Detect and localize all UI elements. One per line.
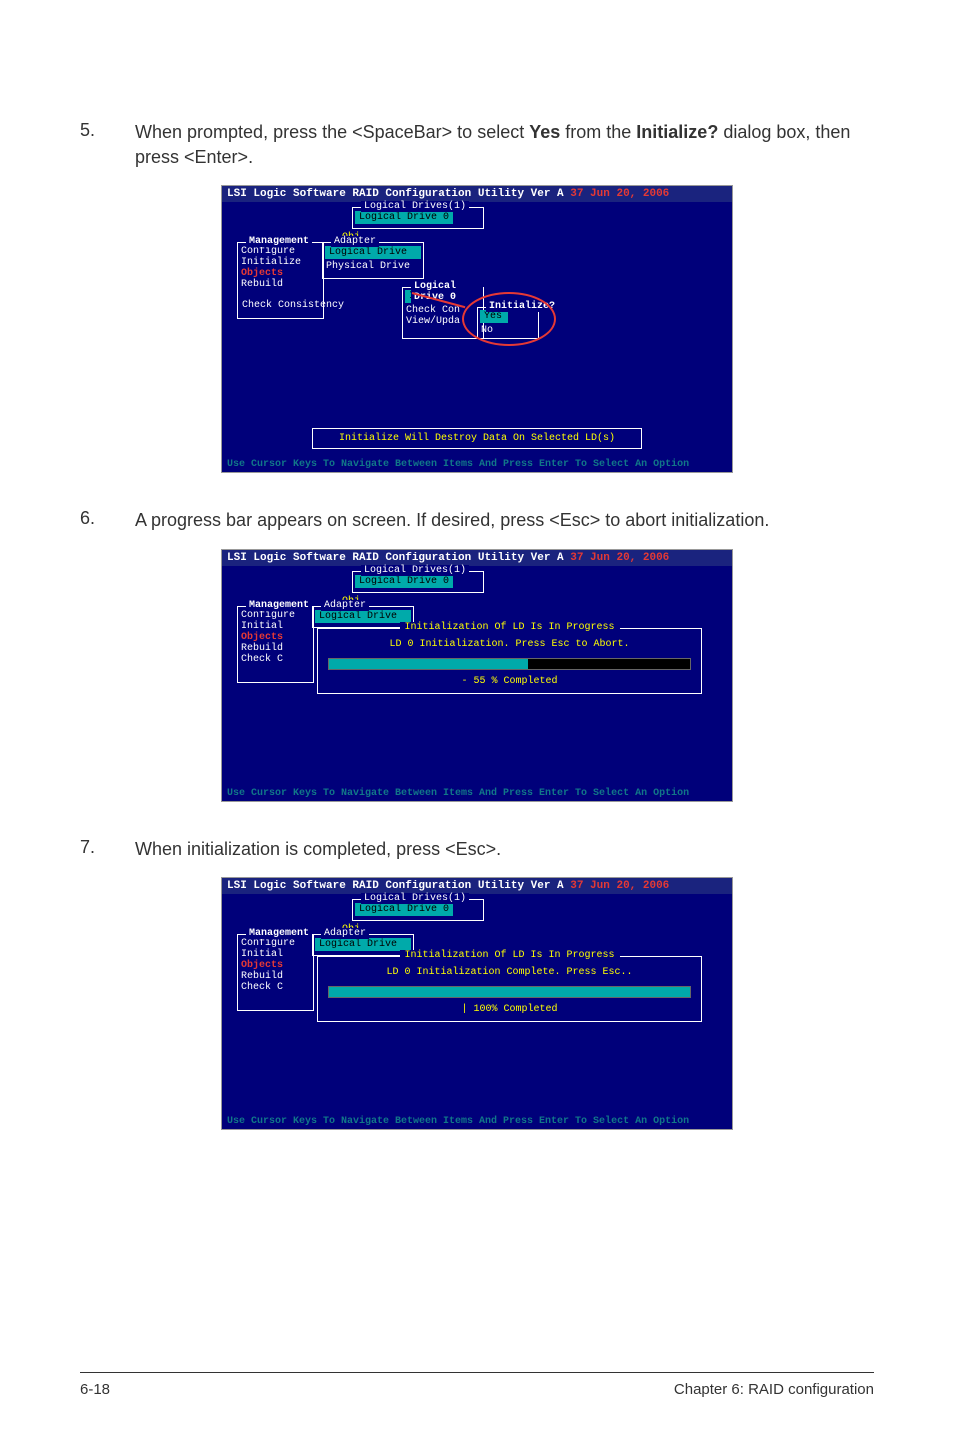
check-c-item-3: Check C bbox=[238, 982, 313, 993]
progress-text-2: - 55 % Completed bbox=[318, 674, 701, 693]
bios-3-footer: Use Cursor Keys To Navigate Between Item… bbox=[222, 1114, 732, 1129]
bios-screenshot-2: LSI Logic Software RAID Configuration Ut… bbox=[221, 549, 733, 802]
objects-item: Objects bbox=[238, 268, 323, 279]
step-7-number: 7. bbox=[80, 837, 135, 862]
bios-1-title-ver: 37 Jun 20, 2006 bbox=[564, 188, 670, 200]
step-5-bold-1: Yes bbox=[529, 122, 560, 142]
step-7-text: When initialization is completed, press … bbox=[135, 837, 874, 862]
bios-2-title-ver: 37 Jun 20, 2006 bbox=[564, 552, 670, 564]
step-5: 5. When prompted, press the <SpaceBar> t… bbox=[80, 120, 874, 170]
management-label-3: Management bbox=[246, 928, 312, 939]
initial-item-3: Initial bbox=[238, 949, 313, 960]
physical-drive-item-1: Physical Drive bbox=[323, 261, 423, 272]
bios-2-title-prefix: LSI Logic Software RAID Configuration Ut… bbox=[227, 552, 564, 564]
bios-3-title-prefix: LSI Logic Software RAID Configuration Ut… bbox=[227, 880, 564, 892]
initial-item-2: Initial bbox=[238, 621, 313, 632]
check-consistency-1: Check Consistency bbox=[242, 300, 344, 311]
logical-drive-0-item-1: Logical Drive 0 bbox=[355, 211, 453, 224]
configure-item-2: Configure bbox=[238, 610, 313, 621]
progress-bar-3 bbox=[328, 986, 691, 998]
rebuild-item-3: Rebuild bbox=[238, 971, 313, 982]
initialize-item: Initialize bbox=[238, 257, 323, 268]
progress-box-2: Initialization Of LD Is In Progress LD 0… bbox=[317, 628, 702, 694]
logical-drives-label-1: Logical Drives(1) bbox=[361, 201, 469, 212]
step-6-text: A progress bar appears on screen. If des… bbox=[135, 508, 874, 533]
management-box-2: Management Configure Initial Objects Reb… bbox=[237, 606, 314, 683]
ld0-submenu-title: Logical Drive 0 bbox=[411, 281, 483, 303]
destroy-message-text: Initialize Will Destroy Data On Selected… bbox=[339, 433, 615, 444]
step-6-number: 6. bbox=[80, 508, 135, 533]
logical-drives-box-3: Logical Drives(1) Logical Drive 0 bbox=[352, 899, 484, 921]
rebuild-item-2: Rebuild bbox=[238, 643, 313, 654]
management-label-2: Management bbox=[246, 600, 312, 611]
logical-drive-item-1: Logical Drive bbox=[325, 246, 421, 259]
footer-page-number: 6-18 bbox=[80, 1381, 110, 1398]
adapter-label-1: Adapter bbox=[331, 236, 379, 247]
logical-drive-item-2: Logical Drive bbox=[315, 610, 411, 623]
configure-item: Configure bbox=[238, 246, 323, 257]
adapter-label-3: Adapter bbox=[321, 928, 369, 939]
step-5-number: 5. bbox=[80, 120, 135, 170]
logical-drive-item-3: Logical Drive bbox=[315, 938, 411, 951]
bios-3-title-ver: 37 Jun 20, 2006 bbox=[564, 880, 670, 892]
progress-text-3: | 100% Completed bbox=[318, 1002, 701, 1021]
progress-title-3: Initialization Of LD Is In Progress bbox=[399, 950, 619, 961]
management-label: Management bbox=[246, 236, 312, 247]
adapter-box-1: Adapter Logical Drive Physical Drive bbox=[322, 242, 424, 279]
bios-screenshot-3: LSI Logic Software RAID Configuration Ut… bbox=[221, 877, 733, 1130]
step-5-text-1: When prompted, press the <SpaceBar> to s… bbox=[135, 122, 529, 142]
bios-screenshot-1: LSI Logic Software RAID Configuration Ut… bbox=[221, 185, 733, 473]
bios-1-title-prefix: LSI Logic Software RAID Configuration Ut… bbox=[227, 188, 564, 200]
step-5-text: When prompted, press the <SpaceBar> to s… bbox=[135, 120, 874, 170]
progress-fill-2 bbox=[329, 659, 528, 669]
footer-chapter-title: Chapter 6: RAID configuration bbox=[674, 1381, 874, 1398]
progress-box-3: Initialization Of LD Is In Progress LD 0… bbox=[317, 956, 702, 1022]
logical-drive-0-item-3: Logical Drive 0 bbox=[355, 903, 453, 916]
check-c-item-2: Check C bbox=[238, 654, 313, 665]
logical-drives-box-2: Logical Drives(1) Logical Drive 0 bbox=[352, 571, 484, 593]
rebuild-item: Rebuild bbox=[238, 279, 323, 290]
adapter-label-2: Adapter bbox=[321, 600, 369, 611]
bios-2-footer: Use Cursor Keys To Navigate Between Item… bbox=[222, 786, 732, 801]
step-7: 7. When initialization is completed, pre… bbox=[80, 837, 874, 862]
progress-fill-3 bbox=[329, 987, 690, 997]
step-5-text-2: from the bbox=[560, 122, 636, 142]
progress-title-2: Initialization Of LD Is In Progress bbox=[399, 622, 619, 633]
logical-drive-0-item-2: Logical Drive 0 bbox=[355, 575, 453, 588]
bios-2-title: LSI Logic Software RAID Configuration Ut… bbox=[222, 550, 732, 566]
configure-item-3: Configure bbox=[238, 938, 313, 949]
logical-drives-box-1: Logical Drives(1) Logical Drive 0 bbox=[352, 207, 484, 229]
logical-drives-label-2: Logical Drives(1) bbox=[361, 565, 469, 576]
bios-1-title: LSI Logic Software RAID Configuration Ut… bbox=[222, 186, 732, 202]
management-box-3: Management Configure Initial Objects Reb… bbox=[237, 934, 314, 1011]
logical-drives-label-3: Logical Drives(1) bbox=[361, 893, 469, 904]
bios-1-footer: Use Cursor Keys To Navigate Between Item… bbox=[222, 457, 732, 472]
bios-3-title: LSI Logic Software RAID Configuration Ut… bbox=[222, 878, 732, 894]
step-5-bold-2: Initialize? bbox=[636, 122, 718, 142]
objects-item-2: Objects bbox=[238, 632, 313, 643]
destroy-message: Initialize Will Destroy Data On Selected… bbox=[312, 428, 642, 449]
progress-bar-2 bbox=[328, 658, 691, 670]
objects-item-3: Objects bbox=[238, 960, 313, 971]
page-footer: 6-18 Chapter 6: RAID configuration bbox=[80, 1372, 874, 1398]
step-6: 6. A progress bar appears on screen. If … bbox=[80, 508, 874, 533]
highlight-circle bbox=[462, 292, 556, 346]
